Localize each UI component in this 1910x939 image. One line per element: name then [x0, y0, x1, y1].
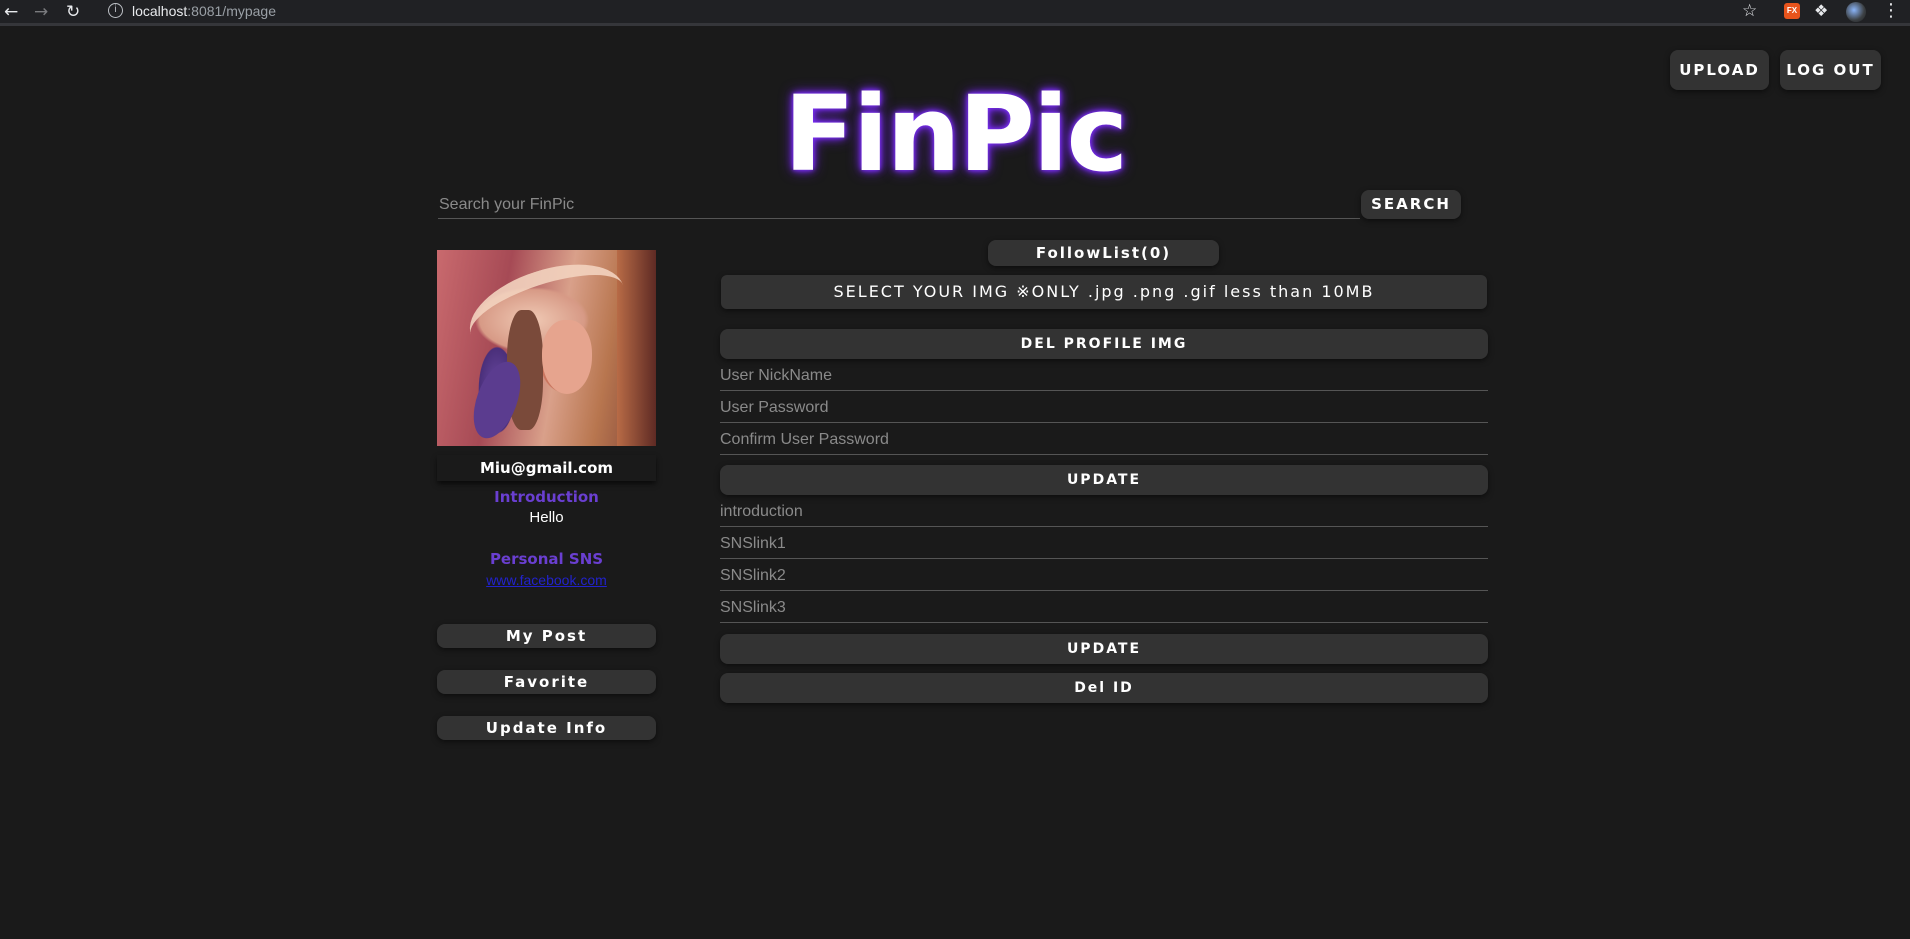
- introduction-text: Hello: [529, 509, 564, 526]
- sns-link-1-field[interactable]: [720, 529, 1488, 559]
- search-button[interactable]: SEARCH: [1361, 190, 1461, 219]
- url-path: :8081/mypage: [187, 3, 276, 19]
- follow-list-button[interactable]: FollowList(0): [988, 240, 1219, 266]
- update-profile-button[interactable]: UPDATE: [720, 634, 1488, 664]
- profile-image: [437, 250, 656, 446]
- more-menu-icon[interactable]: ⋮: [1882, 0, 1900, 21]
- sns-link-3-field[interactable]: [720, 593, 1488, 623]
- select-image-button[interactable]: SELECT YOUR IMG ※ONLY .jpg .png .gif les…: [721, 275, 1487, 309]
- update-account-button[interactable]: UPDATE: [720, 465, 1488, 495]
- profile-image-background: [617, 250, 656, 446]
- personal-sns-heading: Personal SNS: [489, 550, 604, 568]
- logout-button[interactable]: LOG OUT: [1780, 50, 1881, 90]
- sns-link-2-field[interactable]: [720, 561, 1488, 591]
- delete-profile-image-button[interactable]: DEL PROFILE IMG: [720, 329, 1488, 359]
- my-post-button[interactable]: My Post: [437, 624, 656, 648]
- profile-avatar[interactable]: [1846, 2, 1866, 22]
- confirm-password-field[interactable]: [720, 425, 1488, 455]
- introduction-field[interactable]: [720, 497, 1488, 527]
- browser-toolbar: ← → ↻ i localhost:8081/mypage ☆ FX ❖ ⋮: [0, 0, 1910, 26]
- url-text[interactable]: localhost:8081/mypage: [132, 3, 276, 19]
- address-bar[interactable]: i localhost:8081/mypage: [98, 0, 1788, 22]
- sns-link[interactable]: www.facebook.com: [437, 572, 656, 588]
- nickname-field[interactable]: [720, 361, 1488, 391]
- reload-icon[interactable]: ↻: [66, 2, 80, 22]
- puzzle-icon[interactable]: ❖: [1814, 1, 1828, 20]
- back-arrow-icon[interactable]: ←: [4, 2, 18, 22]
- upload-button[interactable]: UPLOAD: [1670, 50, 1769, 90]
- profile-image-face: [542, 320, 592, 394]
- forward-arrow-icon[interactable]: →: [34, 2, 48, 22]
- fx-extension-icon[interactable]: FX: [1784, 3, 1800, 19]
- search-input[interactable]: [438, 191, 1360, 219]
- profile-email: Miu@gmail.com: [437, 455, 656, 481]
- favorite-button[interactable]: Favorite: [437, 670, 656, 694]
- site-logo[interactable]: FinPic: [780, 78, 1130, 190]
- update-info-button[interactable]: Update Info: [437, 716, 656, 740]
- star-icon[interactable]: ☆: [1742, 1, 1757, 21]
- url-host: localhost: [132, 3, 188, 19]
- password-field[interactable]: [720, 393, 1488, 423]
- introduction-heading: Introduction: [494, 488, 599, 506]
- info-icon[interactable]: i: [108, 3, 123, 18]
- delete-id-button[interactable]: Del ID: [720, 673, 1488, 703]
